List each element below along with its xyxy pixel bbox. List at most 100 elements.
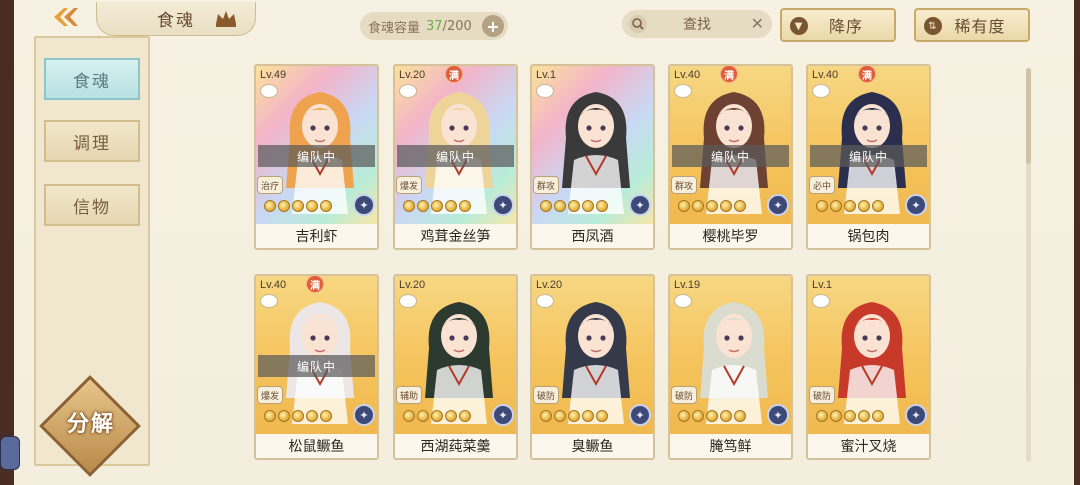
max-level-badge: 满 bbox=[306, 276, 324, 293]
star-icon bbox=[582, 410, 594, 422]
star-icon bbox=[678, 410, 690, 422]
role-tag: 治疗 bbox=[257, 176, 283, 194]
card-level: Lv.1 bbox=[812, 279, 832, 291]
scrollbar[interactable] bbox=[1026, 68, 1031, 462]
character-portrait bbox=[838, 302, 906, 424]
star-icon bbox=[445, 200, 457, 212]
card-art: Lv.49 编队中 治疗 ✦ bbox=[256, 66, 377, 228]
star-icon bbox=[720, 410, 732, 422]
star-icon bbox=[554, 410, 566, 422]
max-level-badge: 满 bbox=[720, 66, 738, 83]
star-icon bbox=[816, 200, 828, 212]
card-art: Lv.40 满 编队中 群攻 ✦ bbox=[670, 66, 791, 228]
food-soul-card[interactable]: Lv.40 满 编队中 爆发 ✦ 松鼠鳜鱼 bbox=[254, 274, 379, 460]
sidebar-item-label: 调理 bbox=[73, 133, 111, 154]
star-icon bbox=[596, 200, 608, 212]
sort-order-button[interactable]: ▼ 降序 bbox=[780, 8, 896, 42]
star-rating bbox=[540, 410, 608, 424]
card-art: Lv.1 群攻 ✦ bbox=[532, 66, 653, 228]
card-name: 西凤酒 bbox=[532, 224, 653, 248]
decompose-label[interactable]: 分解 bbox=[56, 407, 126, 437]
role-tag: 群攻 bbox=[533, 176, 559, 194]
star-rating bbox=[678, 410, 746, 424]
food-soul-card[interactable]: Lv.1 群攻 ✦ 西凤酒 bbox=[530, 64, 655, 250]
star-icon bbox=[734, 410, 746, 422]
capacity-total: /200 bbox=[442, 18, 472, 34]
crown-icon[interactable] bbox=[214, 8, 238, 28]
card-name: 西湖莼菜羹 bbox=[395, 434, 516, 458]
sort-down-icon: ▼ bbox=[790, 17, 808, 35]
back-arrow-icon bbox=[54, 8, 78, 26]
star-icon bbox=[692, 200, 704, 212]
speech-bubble-icon bbox=[260, 294, 278, 308]
star-icon bbox=[858, 410, 870, 422]
star-icon bbox=[264, 200, 276, 212]
search-label: 查找 bbox=[683, 17, 711, 33]
food-soul-card[interactable]: Lv.49 编队中 治疗 ✦ 吉利虾 bbox=[254, 64, 379, 250]
star-icon bbox=[417, 200, 429, 212]
card-art: Lv.19 破防 ✦ bbox=[670, 276, 791, 438]
add-capacity-button[interactable]: + bbox=[482, 15, 504, 37]
star-icon bbox=[678, 200, 690, 212]
character-portrait bbox=[562, 92, 630, 214]
card-level: Lv.40 bbox=[260, 279, 287, 291]
card-name: 锅包肉 bbox=[808, 224, 929, 248]
character-portrait bbox=[700, 302, 768, 424]
star-icon bbox=[568, 410, 580, 422]
sidebar-item-label: 信物 bbox=[73, 197, 111, 218]
speech-bubble-icon bbox=[260, 84, 278, 98]
max-level-badge: 满 bbox=[858, 66, 876, 83]
star-rating bbox=[678, 200, 746, 214]
in-team-label: 编队中 bbox=[397, 145, 514, 167]
scrollbar-thumb[interactable] bbox=[1026, 68, 1031, 164]
sidebar-item-food-souls[interactable]: 食魂 bbox=[44, 58, 140, 100]
search-icon bbox=[629, 15, 647, 33]
star-rating bbox=[264, 410, 332, 424]
card-level: Lv.20 bbox=[399, 279, 426, 291]
in-team-label: 编队中 bbox=[810, 145, 927, 167]
speech-bubble-icon bbox=[536, 84, 554, 98]
card-name: 鸡茸金丝笋 bbox=[395, 224, 516, 248]
element-icon: ✦ bbox=[492, 404, 514, 426]
sidebar-item-tokens[interactable]: 信物 bbox=[44, 184, 140, 226]
sort-by-label: 稀有度 bbox=[954, 17, 1006, 36]
card-name: 臭鳜鱼 bbox=[532, 434, 653, 458]
floating-avatar-icon[interactable] bbox=[0, 436, 20, 470]
food-soul-card[interactable]: Lv.1 破防 ✦ 蜜汁叉烧 bbox=[806, 274, 931, 460]
max-level-badge: 满 bbox=[445, 66, 463, 83]
food-soul-card[interactable]: Lv.40 满 编队中 群攻 ✦ 樱桃毕罗 bbox=[668, 64, 793, 250]
star-icon bbox=[431, 200, 443, 212]
sort-by-button[interactable]: ⇅ 稀有度 bbox=[914, 8, 1030, 42]
element-icon: ✦ bbox=[353, 404, 375, 426]
star-icon bbox=[459, 200, 471, 212]
card-level: Lv.20 bbox=[536, 279, 563, 291]
food-soul-card[interactable]: Lv.40 满 编队中 必中 ✦ 锅包肉 bbox=[806, 64, 931, 250]
sidebar-item-conditioning[interactable]: 调理 bbox=[44, 120, 140, 162]
back-button[interactable] bbox=[40, 2, 90, 32]
star-icon bbox=[844, 410, 856, 422]
clear-search-icon[interactable]: ✕ bbox=[751, 14, 764, 33]
star-icon bbox=[403, 410, 415, 422]
card-level: Lv.40 bbox=[674, 69, 701, 81]
star-icon bbox=[278, 410, 290, 422]
star-icon bbox=[431, 410, 443, 422]
food-soul-card[interactable]: Lv.19 破防 ✦ 腌笃鲜 bbox=[668, 274, 793, 460]
star-rating bbox=[264, 200, 332, 214]
sidebar-item-label: 食魂 bbox=[73, 71, 111, 92]
star-rating bbox=[816, 410, 884, 424]
star-icon bbox=[445, 410, 457, 422]
star-icon bbox=[858, 200, 870, 212]
speech-bubble-icon bbox=[812, 294, 830, 308]
star-icon bbox=[540, 410, 552, 422]
card-art: Lv.20 满 编队中 爆发 ✦ bbox=[395, 66, 516, 228]
star-icon bbox=[844, 200, 856, 212]
star-rating bbox=[403, 410, 471, 424]
element-icon: ✦ bbox=[767, 194, 789, 216]
element-icon: ✦ bbox=[767, 404, 789, 426]
search-box[interactable]: 查找 ✕ bbox=[622, 10, 772, 38]
speech-bubble-icon bbox=[674, 84, 692, 98]
food-soul-card[interactable]: Lv.20 破防 ✦ 臭鳜鱼 bbox=[530, 274, 655, 460]
food-soul-card[interactable]: Lv.20 辅助 ✦ 西湖莼菜羹 bbox=[393, 274, 518, 460]
sort-order-label: 降序 bbox=[828, 17, 863, 36]
food-soul-card[interactable]: Lv.20 满 编队中 爆发 ✦ 鸡茸金丝笋 bbox=[393, 64, 518, 250]
